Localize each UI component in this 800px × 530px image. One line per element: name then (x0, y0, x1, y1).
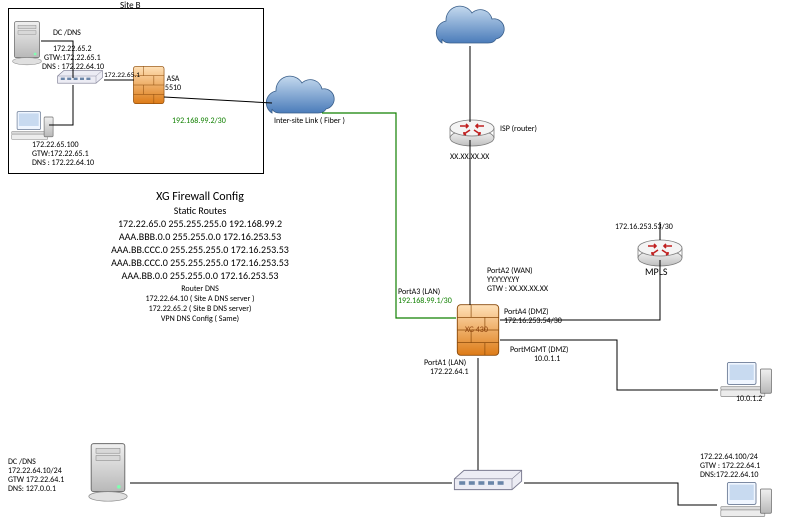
config-subtitle1: Static Routes (65, 204, 335, 217)
route-1: AAA.BBB.0.0 255.255.0.0 172.16.253.53 (65, 230, 335, 243)
siteA-dc-dns: DNS: 127.0.0.1 (8, 484, 56, 494)
siteB-switch-ip: 172.22.65.1 (104, 71, 140, 80)
intersite-cloud-icon (266, 76, 334, 113)
route-4: AAA.BB.0.0 255.255.0.0 172.16.253.53 (65, 269, 335, 282)
portMgmt-ip: 10.0.1.1 (534, 354, 560, 364)
mpls-router-icon (638, 240, 682, 266)
asa-label: ASA 5510 (160, 75, 186, 93)
portA1-ip: 172.22.64.1 (430, 367, 469, 377)
mpls-ip: 172.16.253.53/30 (615, 222, 673, 232)
mpls-label: MPLS (645, 265, 668, 278)
site-b-title: Site B (120, 0, 141, 11)
mgmt-pc-icon (721, 362, 772, 396)
isp-label: ISP (router) (500, 124, 537, 134)
config-dns1: 172.22.64.10 ( Site A DNS server ) (65, 294, 335, 304)
route-3: AAA.BB.CCC.0 255.255.255.0 172.16.253.53 (65, 256, 335, 269)
internet-cloud-icon (436, 6, 504, 43)
siteA-pc-dns: DNS:172.22.64.10 (700, 470, 758, 480)
route-0: 172.22.65.0 255.255.255.0 192.168.99.2 (65, 217, 335, 230)
siteB-dc-label: DC /DNS (53, 28, 81, 38)
portA2-gtw: GTW : XX.XX.XX.XX (487, 284, 548, 294)
portA4-ip: 172.16.253.54/30 (504, 316, 562, 326)
siteB-dc-dns: DNS : 172.22.64.10 (42, 62, 104, 72)
mgmtpc-ip: 10.0.1.2 (736, 394, 762, 404)
siteA-dc-icon (89, 444, 127, 502)
siteA-pc-icon (721, 482, 772, 516)
config-subtitle2: Router DNS (65, 284, 335, 294)
config-block: XG Firewall Config Static Routes 172.22.… (65, 190, 335, 324)
xg-label: XG 430 (465, 325, 488, 335)
isp-router-icon (450, 120, 494, 146)
portA3-ip: 192.168.99.1/30 (398, 296, 452, 306)
asa-l2: 5510 (165, 83, 181, 93)
route-2: AAA.BB.CCC.0 255.255.255.0 172.16.253.53 (65, 243, 335, 256)
config-dns2: 172.22.65.2 ( Site B DNS server) (65, 304, 335, 314)
siteB-pc-dns: DNS : 172.22.64.10 (32, 158, 94, 168)
config-vpn: VPN DNS Config ( Same) (65, 314, 335, 324)
asa-wan-ip: 192.168.99.2/30 (172, 116, 226, 126)
isp-ip: XX.XX.XX.XX (450, 152, 489, 162)
intersite-label: Inter-site Link ( Fiber ) (274, 116, 345, 126)
config-title: XG Firewall Config (65, 190, 335, 204)
siteA-switch-icon (454, 470, 521, 489)
